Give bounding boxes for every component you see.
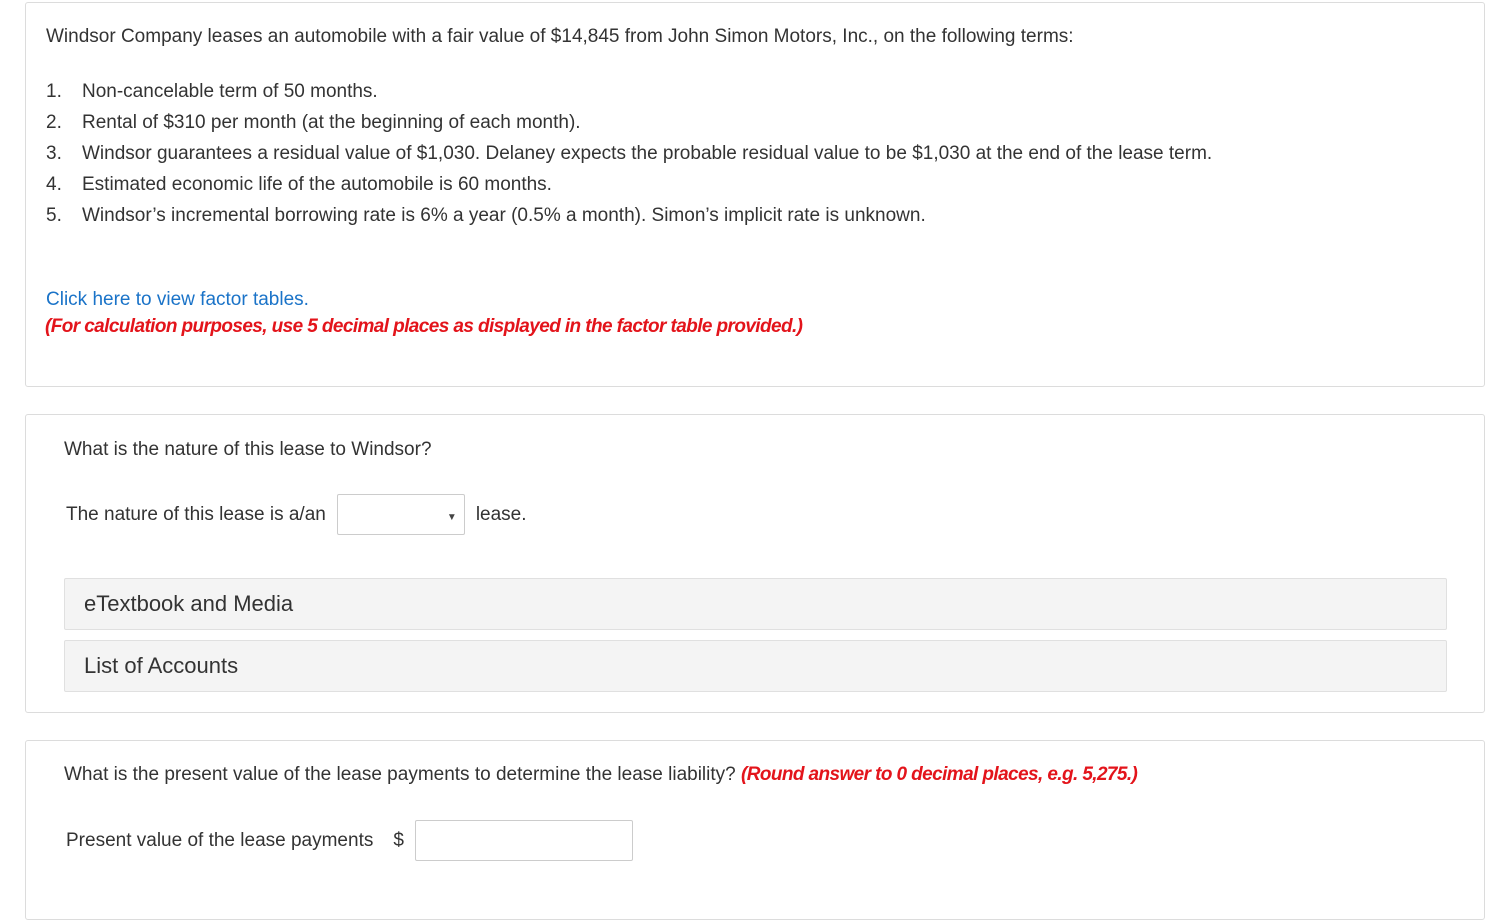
- terms-list: 1. Non-cancelable term of 50 months. 2. Re…: [46, 80, 1212, 235]
- chevron-down-icon: ▼: [446, 512, 457, 523]
- present-value-card: What is the present value of the lease p…: [25, 740, 1485, 920]
- lease-nature-suffix: lease.: [475, 503, 527, 525]
- calculation-note: (For calculation purposes, use 5 decimal…: [45, 316, 803, 337]
- present-value-label: Present value of the lease payments: [66, 829, 374, 851]
- problem-intro: Windsor Company leases an automobile wit…: [46, 26, 1074, 47]
- list-item: 1. Non-cancelable term of 50 months.: [46, 81, 378, 102]
- currency-symbol: $: [393, 829, 404, 851]
- problem-card: Windsor Company leases an automobile wit…: [25, 2, 1485, 387]
- list-item: 5. Windsor’s incremental borrowing rate i…: [46, 205, 926, 226]
- list-of-accounts-button[interactable]: List of Accounts: [64, 640, 1447, 692]
- factor-tables-link[interactable]: Click here to view factor tables.: [46, 289, 309, 311]
- present-value-question: What is the present value of the lease p…: [64, 764, 1138, 785]
- lease-nature-row: The nature of this lease is a/an ▼ lease…: [66, 494, 527, 535]
- etextbook-media-button[interactable]: eTextbook and Media: [64, 578, 1447, 630]
- present-value-input[interactable]: [414, 820, 633, 861]
- list-item: 3. Windsor guarantees a residual value of…: [46, 143, 1213, 164]
- list-item: 4. Estimated economic life of the automob…: [46, 174, 552, 195]
- lease-nature-question: What is the nature of this lease to Wind…: [64, 439, 432, 460]
- list-item: 2. Rental of $310 per month (at the begin…: [46, 112, 581, 133]
- rounding-note: (Round answer to 0 decimal places, e.g. …: [741, 764, 1138, 785]
- lease-nature-card: What is the nature of this lease to Wind…: [25, 414, 1485, 713]
- present-value-row: Present value of the lease payments $: [66, 820, 633, 861]
- lease-nature-prefix: The nature of this lease is a/an: [66, 503, 326, 525]
- lease-type-select[interactable]: ▼: [336, 494, 465, 535]
